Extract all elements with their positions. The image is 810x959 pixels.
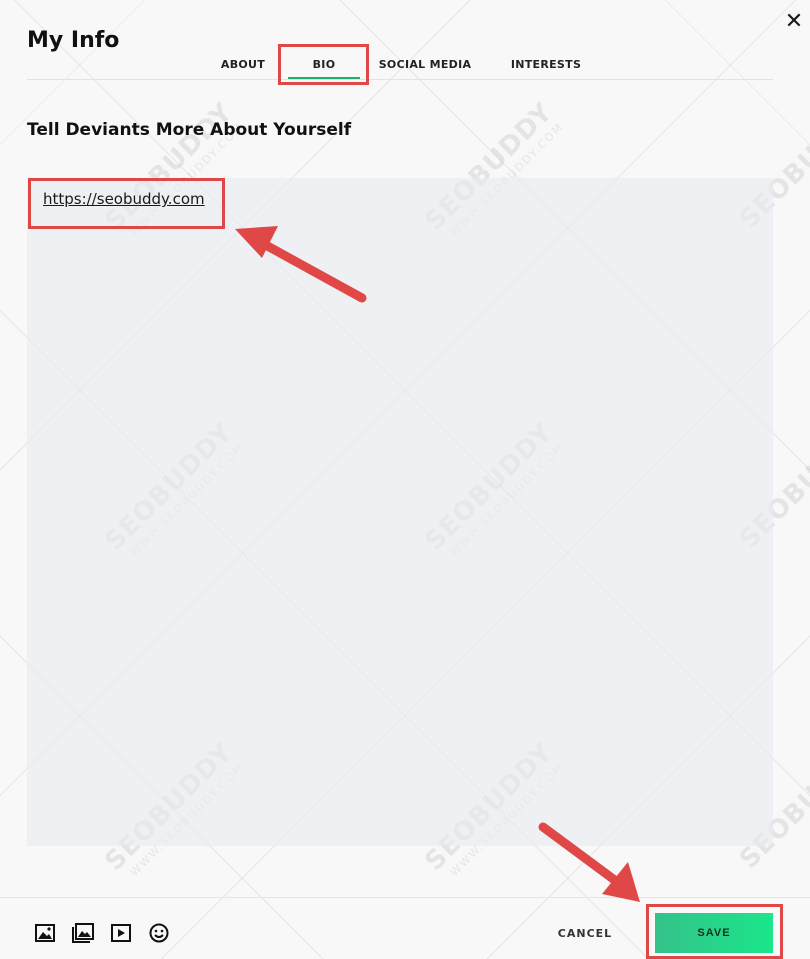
footer-divider — [0, 897, 810, 898]
image-icon[interactable] — [34, 922, 56, 944]
tab-bio[interactable]: BIO — [290, 50, 358, 80]
tab-interests[interactable]: INTERESTS — [506, 50, 586, 80]
close-icon[interactable]: ✕ — [782, 10, 806, 34]
bio-link[interactable]: https://seobuddy.com — [43, 190, 205, 208]
tab-bar: ABOUT BIO SOCIAL MEDIA INTERESTS — [0, 50, 810, 80]
cancel-button[interactable]: CANCEL — [553, 922, 617, 946]
tab-about[interactable]: ABOUT — [212, 50, 274, 80]
video-icon[interactable] — [110, 922, 132, 944]
tab-social-media[interactable]: SOCIAL MEDIA — [378, 50, 472, 80]
bio-editor[interactable] — [27, 178, 773, 846]
emoji-icon[interactable] — [148, 922, 170, 944]
gallery-icon[interactable] — [72, 922, 94, 944]
bio-heading: Tell Deviants More About Yourself — [27, 120, 352, 140]
save-button[interactable]: SAVE — [655, 913, 773, 953]
header-divider — [27, 79, 773, 80]
